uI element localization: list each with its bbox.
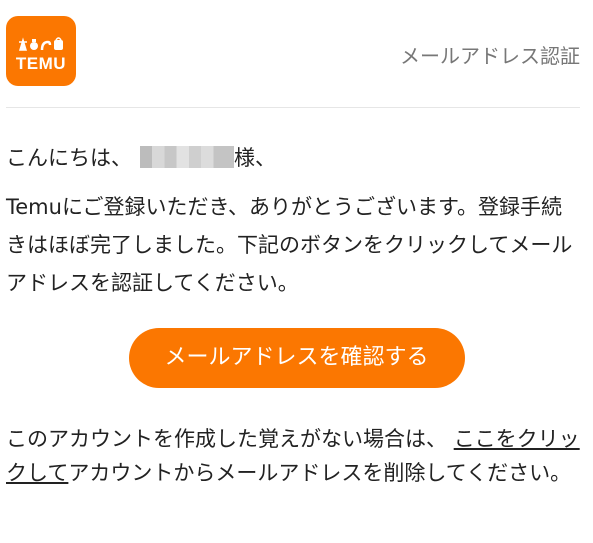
footer-prefix: このアカウントを作成した覚えがない場合は、 [6, 427, 447, 451]
logo-glyphs-icon [18, 37, 63, 51]
body-paragraph: Temuにご登録いただき、ありがとうございます。登録手続きはほぼ完了しました。下… [6, 195, 573, 295]
footer-suffix: アカウントからメールアドレスを削除してください。 [68, 461, 572, 485]
confirm-email-button[interactable]: メールアドレスを確認する [128, 328, 465, 388]
temu-logo: TEMU [6, 16, 76, 86]
greeting-line: こんにちは、 様、 [6, 142, 276, 174]
header-divider [6, 107, 580, 108]
footer-paragraph: このアカウントを作成した覚えがない場合は、 ここをクリックしてアカウントからメー… [6, 422, 580, 490]
greeting-suffix: 様、 [234, 146, 276, 170]
header-title: メールアドレス認証 [400, 44, 580, 68]
email-header: TEMU メールアドレス認証 [6, 16, 580, 92]
cta-container: メールアドレスを確認する [0, 328, 593, 388]
greeting-prefix: こんにちは、 [6, 146, 132, 170]
logo-wordmark: TEMU [15, 54, 67, 73]
redacted-username [140, 146, 234, 168]
